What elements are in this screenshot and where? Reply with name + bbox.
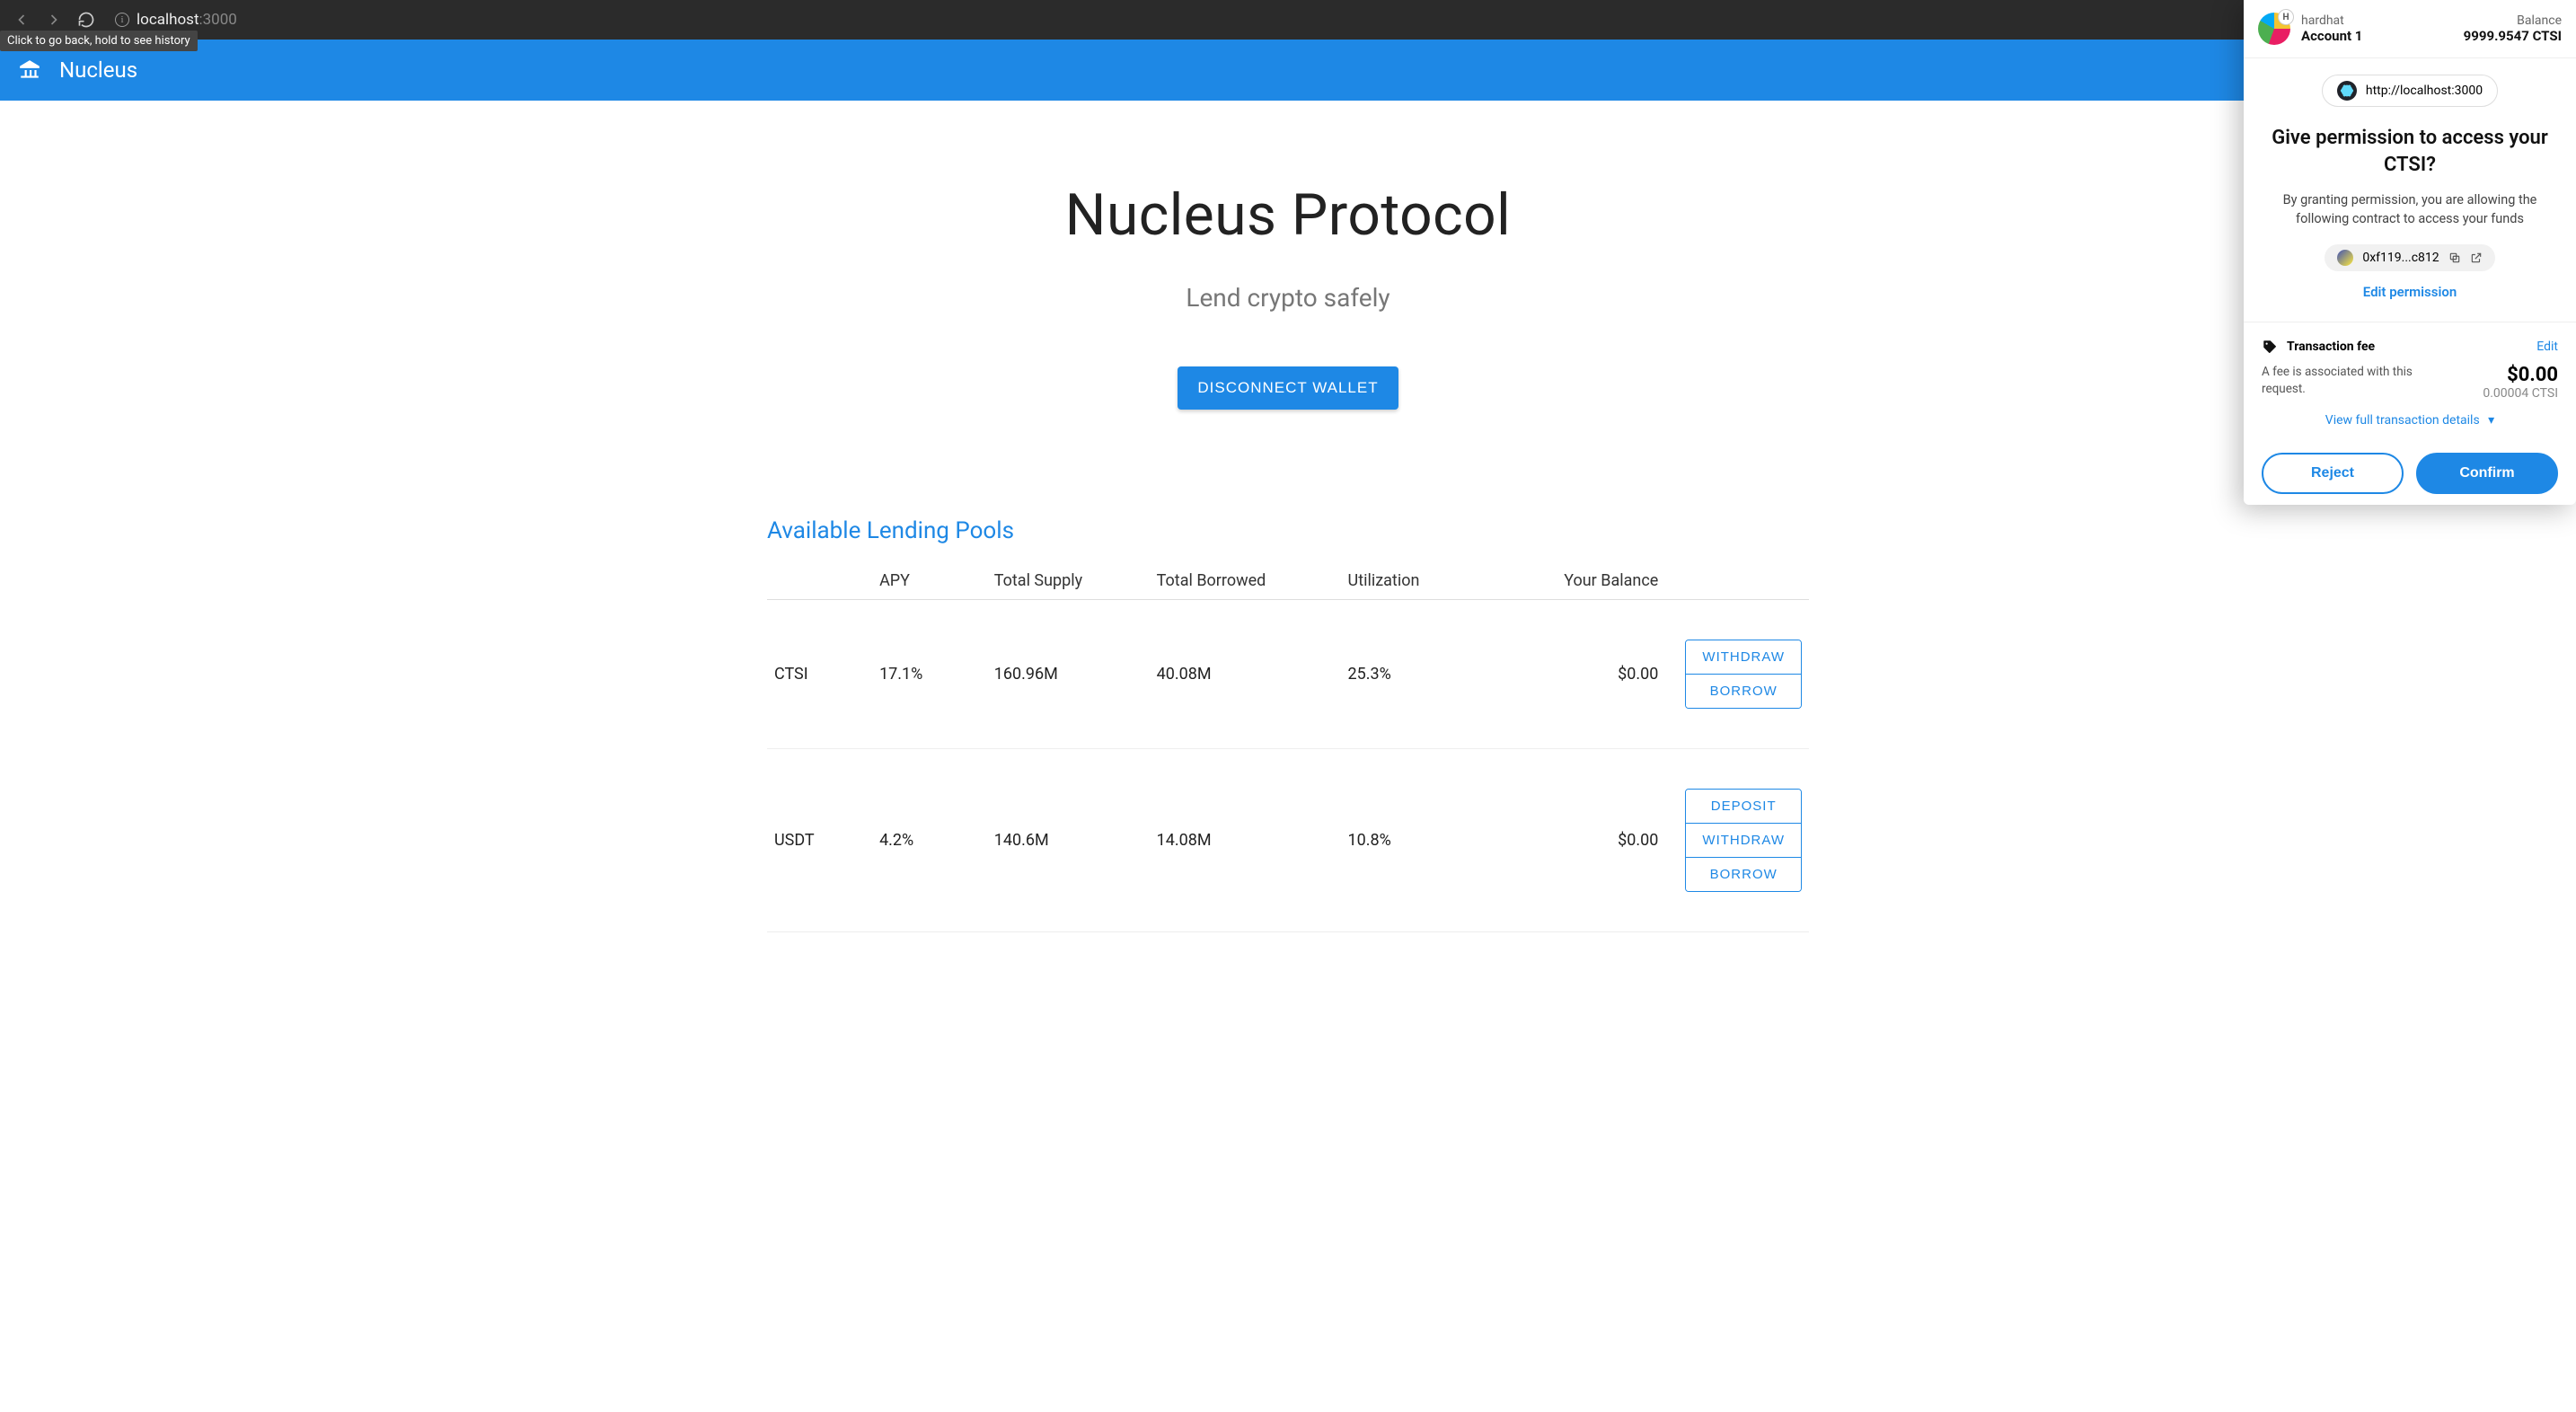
- disconnect-wallet-button[interactable]: DISCONNECT WALLET: [1178, 366, 1398, 410]
- col-asset: [767, 562, 872, 600]
- app-title: Nucleus: [59, 57, 137, 83]
- popup-actions: Reject Confirm: [2244, 437, 2576, 505]
- main-content: Nucleus Protocol Lend crypto safely DISC…: [0, 101, 2576, 932]
- cell-your-balance: $0.00: [1503, 749, 1665, 932]
- contract-address: 0xf119...c812: [2362, 251, 2439, 265]
- col-utilization: Utilization: [1341, 562, 1504, 600]
- deposit-button[interactable]: DEPOSIT: [1686, 790, 1801, 823]
- fee-amount-sub: 0.00004 CTSI: [2483, 386, 2558, 401]
- reload-button[interactable]: [75, 9, 97, 31]
- site-info-icon[interactable]: i: [115, 13, 129, 27]
- action-stack: DEPOSIT WITHDRAW BORROW: [1685, 789, 1802, 892]
- contract-chip: 0xf119...c812: [2325, 244, 2494, 271]
- permission-title: Give permission to access your CTSI?: [2262, 125, 2558, 178]
- back-button[interactable]: [11, 9, 32, 31]
- view-full-details-label: View full transaction details: [2325, 413, 2480, 428]
- origin-url: http://localhost:3000: [2366, 84, 2483, 98]
- view-full-details-link[interactable]: View full transaction details ▾: [2262, 413, 2558, 428]
- balance-label: Balance: [2464, 13, 2562, 28]
- external-link-icon[interactable]: [2470, 252, 2483, 264]
- pools-title: Available Lending Pools: [767, 517, 1809, 544]
- copy-icon[interactable]: [2448, 252, 2461, 264]
- cell-actions: WITHDRAW BORROW: [1665, 600, 1809, 749]
- contract-identicon-icon: [2337, 250, 2353, 266]
- cell-apy: 17.1%: [872, 600, 987, 749]
- bank-icon: [18, 58, 41, 82]
- account-name: Account 1: [2301, 28, 2464, 44]
- cell-asset: CTSI: [767, 600, 872, 749]
- withdraw-button[interactable]: WITHDRAW: [1686, 640, 1801, 674]
- cell-utilization: 10.8%: [1341, 749, 1504, 932]
- cell-apy: 4.2%: [872, 749, 987, 932]
- reject-button[interactable]: Reject: [2262, 453, 2404, 494]
- col-total-supply: Total Supply: [987, 562, 1150, 600]
- cell-total-supply: 140.6M: [987, 749, 1150, 932]
- edit-permission-link[interactable]: Edit permission: [2363, 284, 2457, 300]
- balance-value: 9999.9547 CTSI: [2464, 28, 2562, 44]
- withdraw-button[interactable]: WITHDRAW: [1686, 823, 1801, 857]
- col-total-borrowed: Total Borrowed: [1150, 562, 1341, 600]
- col-your-balance: Your Balance: [1503, 562, 1665, 600]
- cell-total-borrowed: 14.08M: [1150, 749, 1341, 932]
- fee-amount-main: $0.00: [2483, 364, 2558, 386]
- fee-description: A fee is associated with this request.: [2262, 364, 2414, 396]
- forward-button[interactable]: [43, 9, 65, 31]
- back-tooltip: Click to go back, hold to see history: [0, 31, 198, 51]
- hero-subtitle: Lend crypto safely: [0, 283, 2576, 313]
- wallet-popup: H hardhat Account 1 Balance 9999.9547 CT…: [2244, 0, 2576, 505]
- table-header-row: APY Total Supply Total Borrowed Utilizat…: [767, 562, 1809, 600]
- tag-icon: [2262, 339, 2278, 355]
- fee-title: Transaction fee: [2287, 340, 2527, 354]
- wallet-body: http://localhost:3000 Give permission to…: [2244, 58, 2576, 322]
- account-avatar-icon[interactable]: H: [2258, 13, 2290, 45]
- fee-edit-link[interactable]: Edit: [2536, 340, 2558, 354]
- table-row: CTSI 17.1% 160.96M 40.08M 25.3% $0.00 WI…: [767, 600, 1809, 749]
- wallet-header: H hardhat Account 1 Balance 9999.9547 CT…: [2244, 0, 2576, 58]
- origin-chip: http://localhost:3000: [2322, 75, 2498, 107]
- borrow-button[interactable]: BORROW: [1686, 674, 1801, 708]
- chevron-down-icon: ▾: [2488, 413, 2494, 428]
- url-host: localhost: [137, 11, 199, 29]
- cell-total-supply: 160.96M: [987, 600, 1150, 749]
- cell-utilization: 25.3%: [1341, 600, 1504, 749]
- react-icon: [2337, 81, 2357, 101]
- browser-toolbar: i localhost:3000: [0, 0, 2576, 40]
- borrow-button[interactable]: BORROW: [1686, 857, 1801, 891]
- network-name: hardhat: [2301, 13, 2464, 28]
- pools-table: APY Total Supply Total Borrowed Utilizat…: [767, 562, 1809, 932]
- cell-actions: DEPOSIT WITHDRAW BORROW: [1665, 749, 1809, 932]
- cell-asset: USDT: [767, 749, 872, 932]
- url-port: :3000: [199, 11, 237, 29]
- network-badge: H: [2278, 9, 2294, 25]
- col-actions: [1665, 562, 1809, 600]
- confirm-button[interactable]: Confirm: [2416, 453, 2558, 494]
- url-bar[interactable]: i localhost:3000: [108, 11, 2565, 29]
- table-row: USDT 4.2% 140.6M 14.08M 10.8% $0.00 DEPO…: [767, 749, 1809, 932]
- pools-section: Available Lending Pools APY Total Supply…: [767, 517, 1809, 932]
- col-apy: APY: [872, 562, 987, 600]
- app-header: Nucleus: [0, 40, 2576, 101]
- permission-description: By granting permission, you are allowing…: [2262, 190, 2558, 228]
- fee-section: Transaction fee Edit A fee is associated…: [2244, 322, 2576, 437]
- hero-title: Nucleus Protocol: [0, 181, 2576, 249]
- cell-your-balance: $0.00: [1503, 600, 1665, 749]
- action-stack: WITHDRAW BORROW: [1685, 640, 1802, 709]
- cell-total-borrowed: 40.08M: [1150, 600, 1341, 749]
